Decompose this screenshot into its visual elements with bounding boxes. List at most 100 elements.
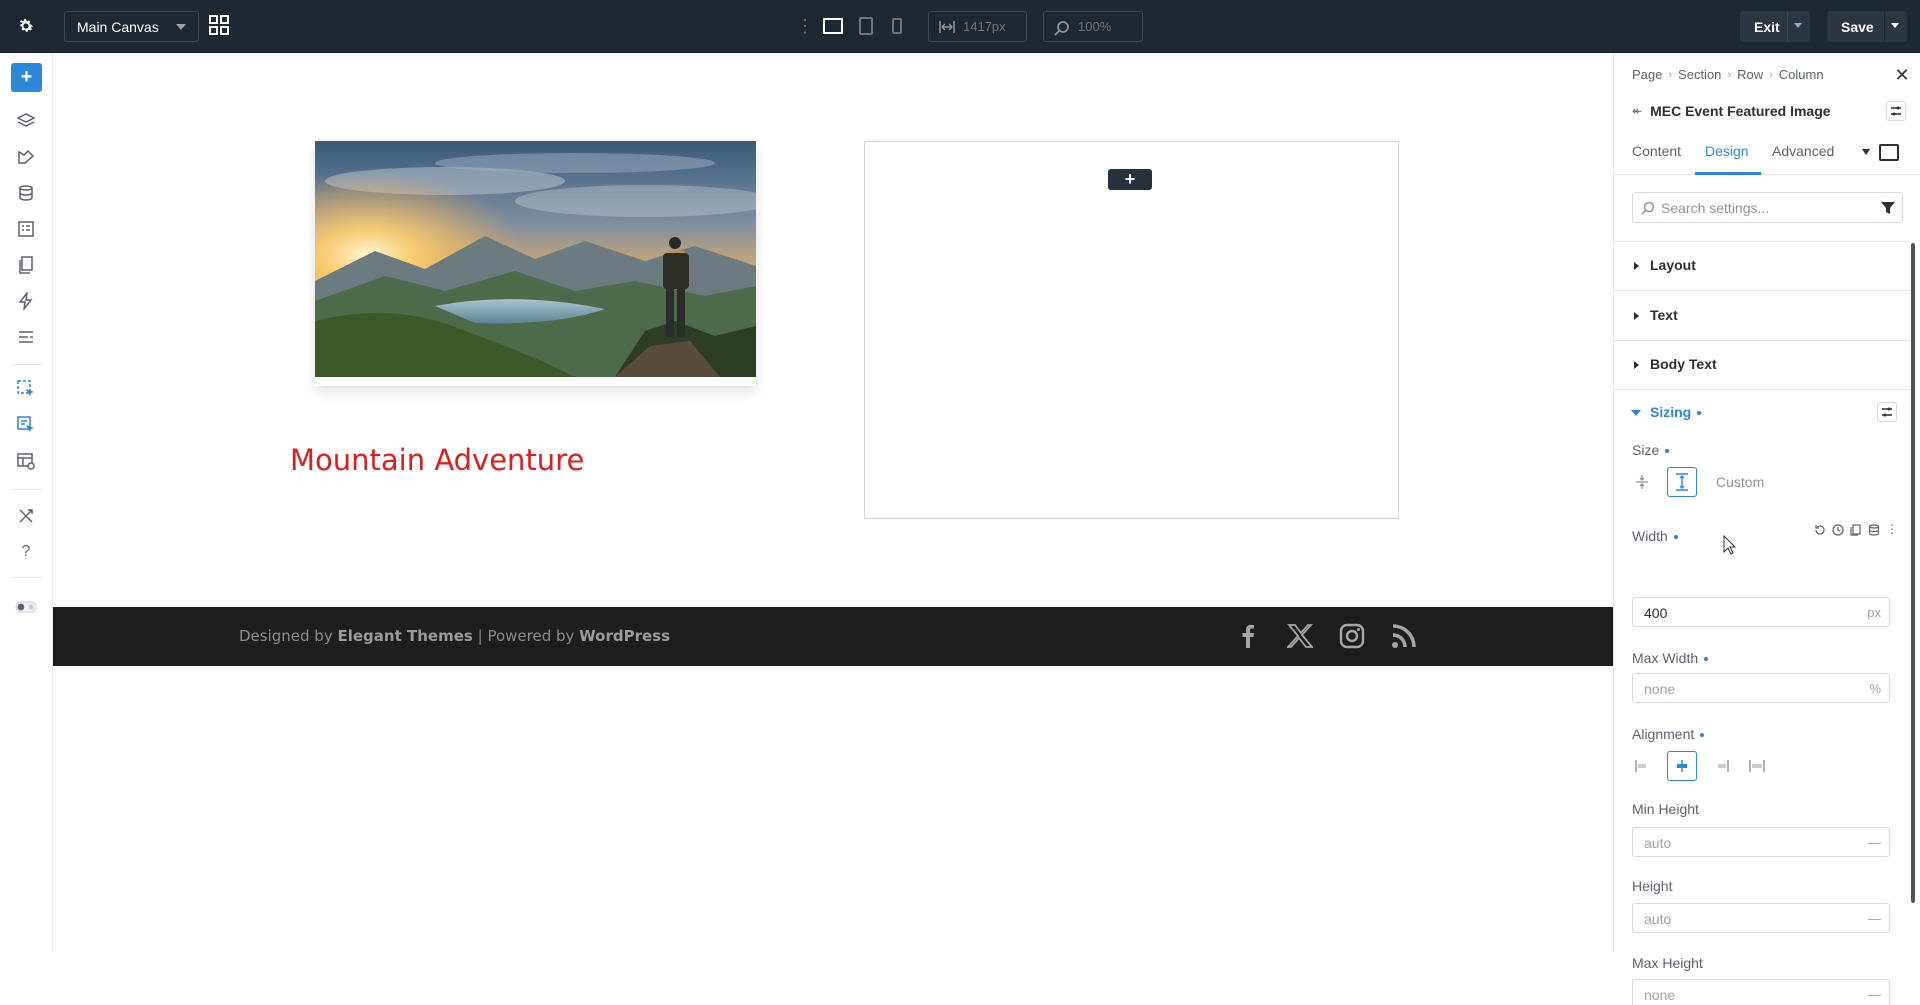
theme-builder-icon[interactable] — [15, 146, 37, 168]
align-center-button[interactable] — [1667, 751, 1697, 781]
save-label: Save — [1841, 18, 1874, 35]
elegant-themes-link[interactable]: Elegant Themes — [338, 627, 473, 645]
rss-icon[interactable] — [1389, 621, 1419, 651]
layout-preview-icon[interactable] — [15, 450, 37, 472]
width-input[interactable]: 400 px — [1632, 597, 1890, 627]
size-full-button[interactable] — [1667, 467, 1697, 497]
lightning-icon[interactable] — [15, 290, 37, 312]
theme-toggle-icon[interactable] — [15, 596, 37, 618]
more-vertical-icon[interactable]: ⋮ — [1886, 523, 1898, 535]
panel-tabs: Content Design Advanced — [1614, 133, 1920, 175]
powered-by-text: Powered by — [487, 627, 575, 645]
save-chevron-down-icon[interactable] — [1891, 23, 1899, 28]
builder-canvas: Mountain Adventure + Designed by Elegant… — [53, 53, 1613, 952]
phone-view-icon[interactable] — [886, 15, 908, 37]
alignment-label: Alignment — [1632, 726, 1705, 742]
align-right-button[interactable] — [1707, 751, 1737, 781]
chevron-down-icon[interactable] — [1862, 149, 1870, 155]
close-icon[interactable]: ✕ — [1894, 66, 1910, 84]
x-twitter-icon[interactable] — [1285, 621, 1315, 651]
size-custom-option[interactable]: Custom — [1716, 474, 1764, 490]
exit-chevron-down-icon[interactable] — [1794, 23, 1802, 28]
back-arrow-icon[interactable]: ↞ — [1632, 104, 1642, 118]
help-icon[interactable]: ? — [15, 541, 37, 563]
min-height-input[interactable]: auto — — [1632, 827, 1890, 857]
group-sizing[interactable]: Sizing — [1614, 398, 1911, 428]
featured-image[interactable] — [315, 141, 756, 386]
max-width-unit[interactable]: % — [1869, 681, 1881, 696]
max-height-placeholder: none — [1644, 987, 1676, 1003]
reset-icon[interactable] — [1814, 523, 1826, 535]
breadcrumb: Page › Section › Row › Column — [1632, 67, 1824, 82]
height-label: Height — [1632, 878, 1673, 894]
save-button[interactable]: Save — [1827, 11, 1907, 42]
add-module-button[interactable]: + — [11, 63, 42, 92]
height-unit[interactable]: — — [1868, 911, 1881, 926]
breadcrumb-column[interactable]: Column — [1779, 67, 1824, 82]
preset-box-icon[interactable] — [1879, 144, 1899, 161]
panel-scrollbar[interactable] — [1911, 243, 1915, 903]
group-body-text-label: Body Text — [1650, 356, 1717, 372]
exit-button[interactable]: Exit — [1740, 11, 1810, 42]
filter-icon[interactable] — [1880, 200, 1896, 216]
max-width-placeholder: none — [1644, 681, 1676, 697]
canvas-width-value: 1417px — [963, 19, 1006, 34]
database-icon[interactable] — [15, 182, 37, 204]
desktop-view-icon[interactable] — [822, 15, 844, 37]
multi-select-icon[interactable] — [15, 414, 37, 436]
form-icon[interactable] — [15, 218, 37, 240]
tab-advanced[interactable]: Advanced — [1772, 143, 1834, 159]
save-separator — [1884, 11, 1885, 42]
max-height-input[interactable]: none — — [1632, 979, 1890, 1005]
wordpress-link[interactable]: WordPress — [579, 627, 670, 645]
max-height-unit[interactable]: — — [1868, 987, 1881, 1002]
event-title[interactable]: Mountain Adventure — [290, 443, 584, 477]
facebook-icon[interactable] — [1233, 621, 1263, 651]
tab-design[interactable]: Design — [1705, 143, 1749, 159]
canvas-selector[interactable]: Main Canvas — [64, 11, 199, 42]
instagram-icon[interactable] — [1337, 621, 1367, 651]
breadcrumb-page[interactable]: Page — [1632, 67, 1662, 82]
more-options-icon[interactable]: ⋮ — [796, 16, 814, 38]
layers-icon[interactable] — [15, 110, 37, 132]
group-text[interactable]: Text — [1614, 292, 1911, 341]
size-fit-button[interactable] — [1627, 467, 1657, 497]
zoom-field[interactable]: 100% — [1043, 11, 1143, 42]
breadcrumb-section[interactable]: Section — [1678, 67, 1721, 82]
sidebar-divider — [12, 577, 42, 578]
search-settings-input[interactable]: Search settings... — [1632, 192, 1903, 223]
copy-icon[interactable] — [1850, 523, 1862, 536]
module-options-icon[interactable] — [1886, 101, 1906, 121]
dynamic-data-icon[interactable] — [1868, 523, 1880, 536]
width-unit[interactable]: px — [1867, 605, 1881, 620]
sidebar-divider — [12, 489, 42, 490]
breadcrumb-row[interactable]: Row — [1737, 67, 1763, 82]
caret-right-icon — [1634, 361, 1639, 369]
align-justify-button[interactable] — [1742, 751, 1772, 781]
align-left-button[interactable] — [1627, 751, 1657, 781]
list-settings-icon[interactable] — [15, 326, 37, 348]
history-icon[interactable] — [1832, 523, 1844, 536]
max-width-input[interactable]: none % — [1632, 673, 1890, 703]
grid-view-icon[interactable] — [208, 14, 232, 38]
settings-gear-icon[interactable] — [14, 14, 38, 38]
add-module-plus-button[interactable]: + — [1108, 169, 1152, 190]
height-input[interactable]: auto — — [1632, 903, 1890, 933]
sizing-options-icon[interactable] — [1877, 402, 1897, 422]
search-placeholder: Search settings... — [1661, 200, 1770, 216]
group-body-text[interactable]: Body Text — [1614, 341, 1911, 390]
canvas-selector-label: Main Canvas — [77, 18, 159, 35]
mountain-image — [315, 141, 756, 377]
sidebar-divider — [12, 364, 42, 365]
tablet-view-icon[interactable] — [855, 15, 877, 37]
canvas-width-field[interactable]: 1417px — [928, 11, 1027, 42]
pages-icon[interactable] — [15, 254, 37, 276]
tools-icon[interactable] — [15, 505, 37, 527]
empty-column[interactable]: + — [864, 141, 1399, 519]
designed-by-text: Designed by — [239, 627, 333, 645]
tab-content[interactable]: Content — [1632, 143, 1681, 159]
caret-right-icon — [1634, 312, 1639, 320]
group-layout[interactable]: Layout — [1614, 242, 1911, 291]
min-height-unit[interactable]: — — [1868, 835, 1881, 850]
click-select-icon[interactable] — [15, 378, 37, 400]
